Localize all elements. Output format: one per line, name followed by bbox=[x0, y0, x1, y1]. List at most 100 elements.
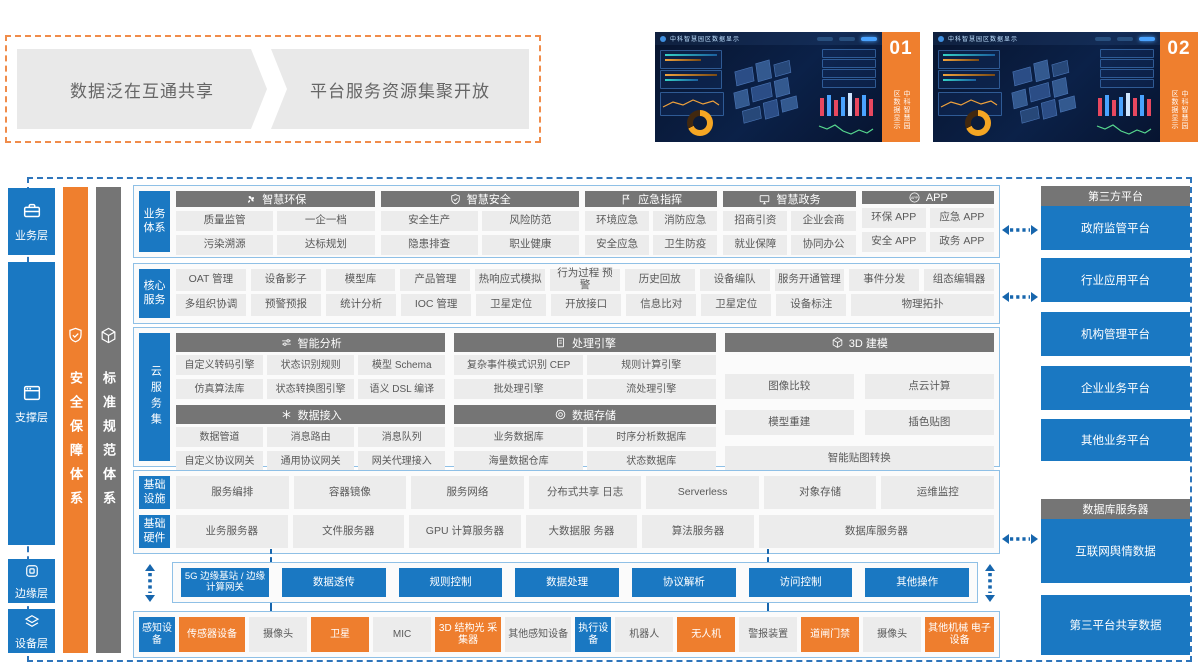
service-item: 状态数据库 bbox=[587, 451, 716, 471]
group-emergency-command: 应急指挥 环境应急 消防应急 安全应急 卫生防疫 bbox=[585, 191, 717, 252]
service-item: 事件分发 bbox=[849, 269, 919, 291]
layer-label: 支撑层 bbox=[15, 409, 48, 425]
group-title: APP bbox=[926, 192, 948, 204]
briefcase-icon bbox=[21, 200, 43, 222]
banner-step-2-label: 平台服务资源集聚开放 bbox=[310, 77, 490, 102]
layer-business: 业务层 bbox=[8, 188, 55, 255]
service-item: IOC 管理 bbox=[401, 294, 471, 316]
device-item: 其他感知设备 bbox=[505, 617, 571, 652]
service-item: 插色贴图 bbox=[865, 410, 994, 435]
device-group-label: 执行设备 bbox=[575, 617, 611, 652]
city-3d-map bbox=[725, 50, 820, 128]
platform-box: 其他业务平台 bbox=[1041, 419, 1190, 461]
screenshot-caption: 中科智慧园区数据显示 bbox=[891, 90, 911, 136]
device-item: 摄像头 bbox=[249, 617, 307, 652]
sync-arrow-horizontal bbox=[1002, 291, 1038, 303]
list-row bbox=[822, 59, 876, 68]
section-title: 处理引擎 bbox=[572, 335, 616, 351]
section-title: 智能分析 bbox=[298, 335, 342, 351]
service-item: 业务服务器 bbox=[176, 515, 288, 548]
service-item: 多组织协调 bbox=[176, 294, 246, 316]
banner-step-1: 数据泛在互通共享 bbox=[17, 49, 267, 129]
service-item: 算法服务器 bbox=[642, 515, 754, 548]
service-item: 卫生防疫 bbox=[653, 235, 717, 255]
screenshot-caption: 中科智慧园区数据显示 bbox=[1169, 90, 1189, 136]
dashboard-screenshot-2: 中科智慧园区数据显示 bbox=[933, 32, 1198, 142]
service-item: 卫星定位 bbox=[476, 294, 546, 316]
sync-arrow-horizontal bbox=[1002, 533, 1038, 545]
logo-icon bbox=[938, 36, 944, 42]
service-item: 质量监管 bbox=[176, 211, 273, 231]
service-item: 协同办公 bbox=[791, 235, 855, 255]
sliders-icon bbox=[280, 336, 293, 349]
device-item: MIC bbox=[373, 617, 431, 652]
row-infrastructure: 基础设施 服务编排 容器镜像 服务网络 分布式共享 日志 Serverless … bbox=[133, 470, 1000, 554]
layers-icon bbox=[23, 612, 41, 630]
service-item: 环保 APP bbox=[862, 208, 926, 228]
section-title: 数据存储 bbox=[572, 407, 616, 423]
platform-box: 企业业务平台 bbox=[1041, 366, 1190, 410]
layer-label: 边缘层 bbox=[15, 585, 48, 601]
dashboard-nav bbox=[1095, 37, 1155, 41]
service-item: 卫星定位 bbox=[701, 294, 771, 316]
edge-item: 规则控制 bbox=[399, 568, 503, 597]
service-item: 职业健康 bbox=[482, 235, 579, 255]
pillar-standard-label: 标准规范体系 bbox=[99, 371, 118, 515]
platform-box: 行业应用平台 bbox=[1041, 258, 1190, 302]
service-item: 容器镜像 bbox=[294, 476, 407, 509]
storage-icon bbox=[554, 408, 567, 421]
service-item: 服务网络 bbox=[411, 476, 524, 509]
service-item: 状态识别规则 bbox=[267, 355, 354, 375]
service-item: 招商引资 bbox=[723, 211, 787, 231]
service-item: 达标规划 bbox=[277, 235, 374, 255]
service-item: 运维监控 bbox=[881, 476, 994, 509]
row-label-business: 业务体系 bbox=[139, 191, 170, 252]
service-item: 设备标注 bbox=[776, 294, 846, 316]
service-item: 时序分析数据库 bbox=[587, 427, 716, 447]
list-row bbox=[822, 79, 876, 88]
app-icon bbox=[908, 191, 921, 204]
platform-box: 机构管理平台 bbox=[1041, 312, 1190, 356]
service-item: 设备编队 bbox=[700, 269, 770, 291]
service-item: 消息路由 bbox=[267, 427, 354, 447]
cube-icon bbox=[99, 326, 118, 345]
service-item: 历史回放 bbox=[625, 269, 695, 291]
row-devices: 感知设备 传感器设备 摄像头 卫星 MIC 3D 结构光 采集器 其他感知设备 … bbox=[133, 611, 1000, 658]
service-item: 仿真算法库 bbox=[176, 379, 263, 399]
screenshot-number-strip: 01 中科智慧园区数据显示 bbox=[882, 32, 920, 142]
list-row bbox=[1100, 49, 1154, 58]
service-item: 模型 Schema bbox=[358, 355, 445, 375]
device-item: 无人机 bbox=[677, 617, 735, 652]
row-label-hardware: 基础硬件 bbox=[139, 515, 170, 548]
snowflake-icon bbox=[280, 408, 293, 421]
device-item: 卫星 bbox=[311, 617, 369, 652]
service-item: 自定义转码引擎 bbox=[176, 355, 263, 375]
service-item: 开放接口 bbox=[551, 294, 621, 316]
service-item: 物理拓扑 bbox=[851, 294, 994, 316]
shared-data-box: 第三平台共享数据 bbox=[1041, 595, 1190, 655]
group-title: 智慧安全 bbox=[467, 191, 511, 207]
service-item: 数据库服务器 bbox=[759, 515, 994, 548]
row-label-cloud: 云服务集 bbox=[139, 333, 170, 461]
shield-check-icon bbox=[66, 326, 85, 345]
edge-item: 协议解析 bbox=[632, 568, 736, 597]
service-item: 设备影子 bbox=[251, 269, 321, 291]
stat-panel bbox=[938, 50, 1000, 69]
service-item: 大数据服 务器 bbox=[526, 515, 638, 548]
layer-edge: 边缘层 bbox=[8, 559, 55, 603]
dashboard-title: 中科智慧园区数据显示 bbox=[670, 34, 740, 43]
top-banner: 数据泛在互通共享 平台服务资源集聚开放 bbox=[5, 35, 541, 143]
stat-panel bbox=[660, 50, 722, 69]
sync-arrow-vertical bbox=[984, 564, 996, 602]
dashboard-title: 中科智慧园区数据显示 bbox=[948, 34, 1018, 43]
service-item: 环境应急 bbox=[585, 211, 649, 231]
edge-item: 数据处理 bbox=[515, 568, 619, 597]
service-item: 组态编辑器 bbox=[924, 269, 994, 291]
shield-check-icon bbox=[449, 193, 462, 206]
line-chart bbox=[1096, 120, 1152, 138]
screenshot-number: 02 bbox=[1167, 38, 1190, 60]
edge-icon bbox=[23, 562, 41, 580]
list-row bbox=[822, 49, 876, 58]
group-smart-government: 智慧政务 招商引资 企业会商 就业保障 协同办公 bbox=[723, 191, 855, 252]
service-item: 信息比对 bbox=[626, 294, 696, 316]
